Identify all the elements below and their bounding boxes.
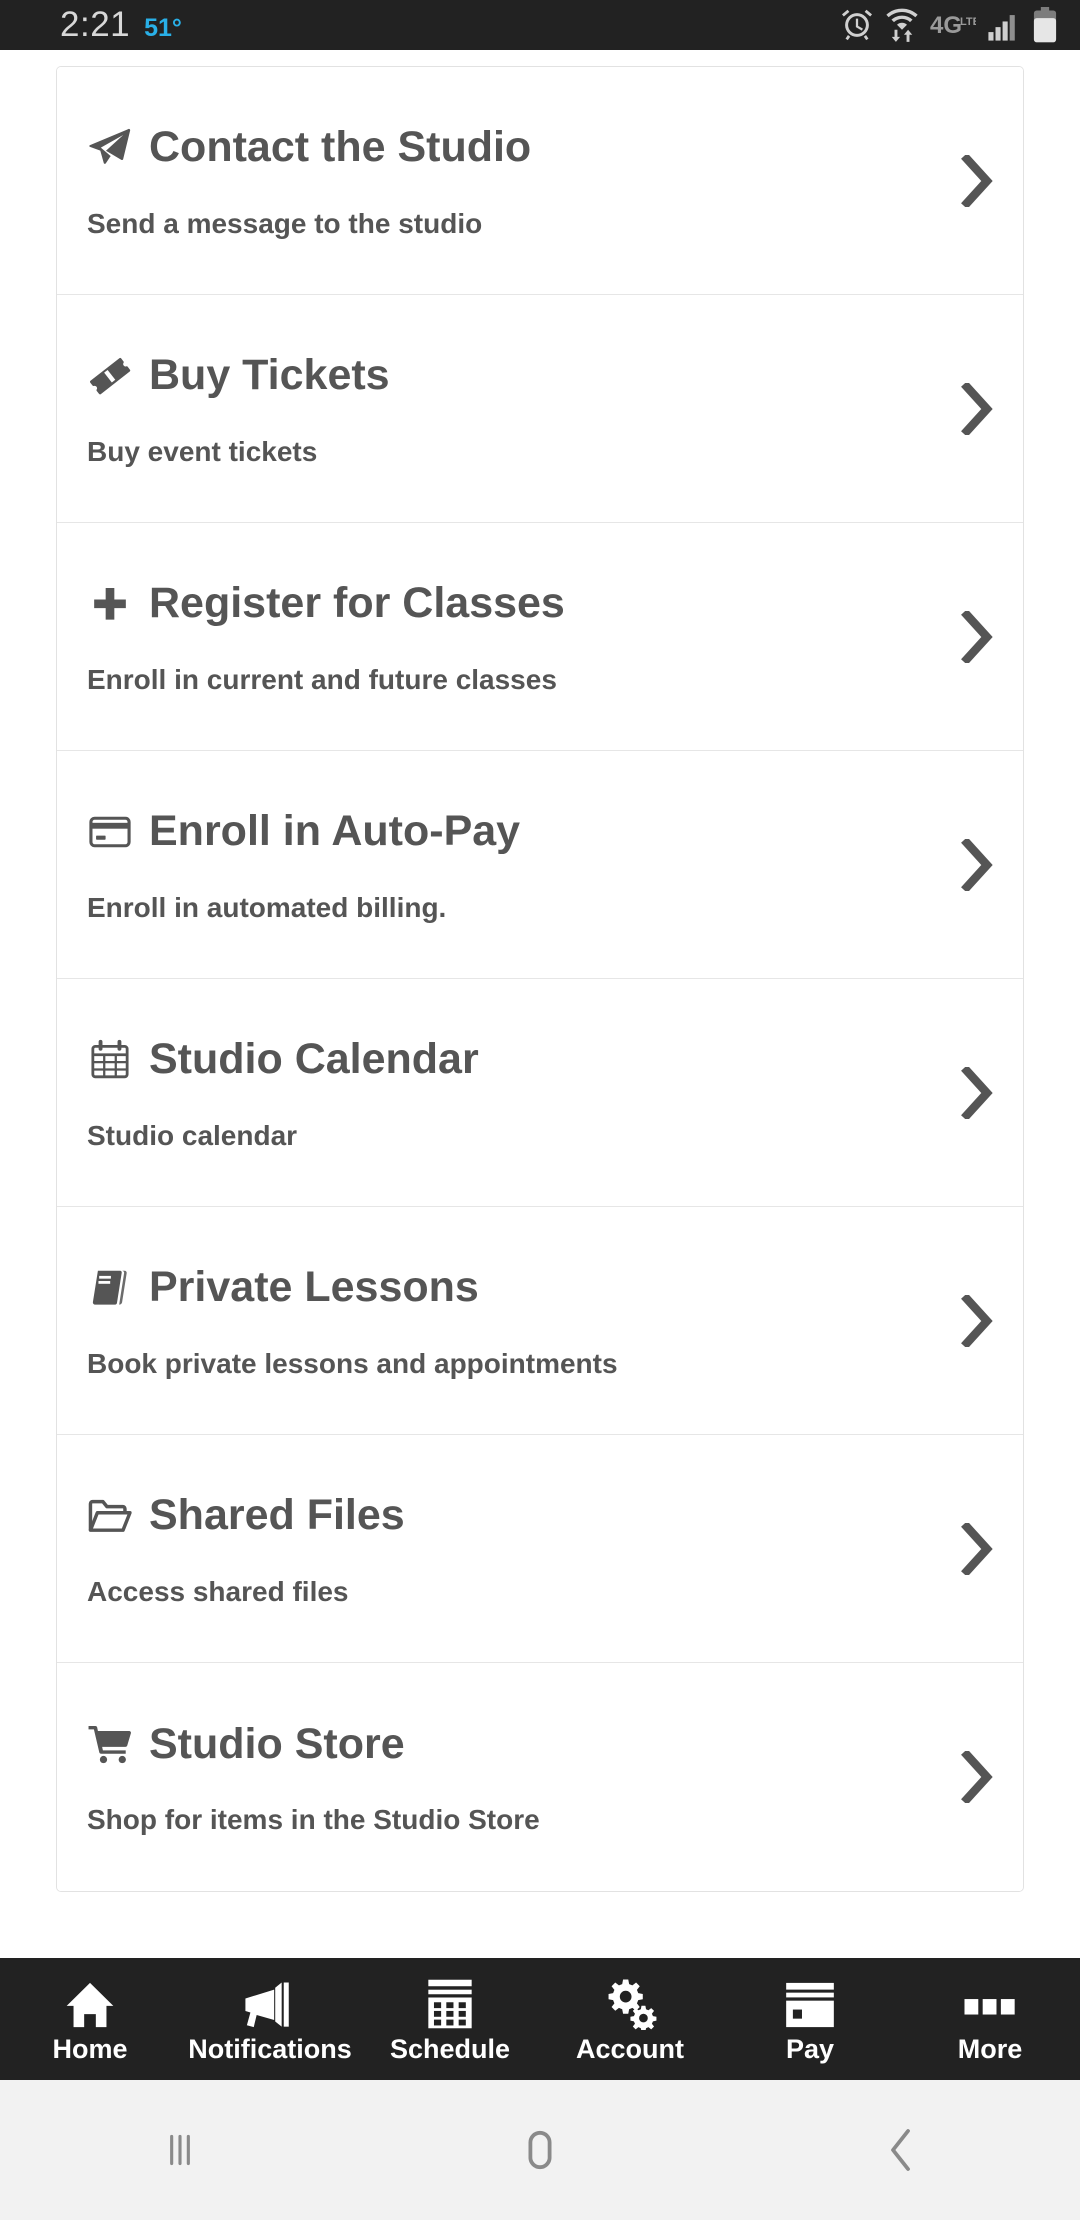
menu-item-buy-tickets[interactable]: Buy Tickets Buy event tickets <box>57 295 1023 523</box>
tab-label: Notifications <box>188 2033 352 2064</box>
menu-item-private-lessons[interactable]: Private Lessons Book private lessons and… <box>57 1207 1023 1435</box>
menu-item-subtitle: Book private lessons and appointments <box>87 1347 618 1379</box>
menu-item-studio-store[interactable]: Studio Store Shop for items in the Studi… <box>57 1663 1023 1891</box>
alarm-clock-icon <box>840 8 874 42</box>
menu-item-title: Enroll in Auto-Pay <box>149 807 521 856</box>
menu-item-subtitle: Access shared files <box>87 1575 349 1607</box>
more-dots-icon <box>962 1976 1018 2030</box>
recents-button[interactable] <box>0 2080 360 2220</box>
bottom-tab-bar: Home Notifications Schedule Account Pay … <box>0 1958 1080 2080</box>
status-bar-left: 2:21 51° <box>60 5 182 45</box>
tab-account[interactable]: Account <box>540 1958 720 2080</box>
menu-item-title-row: Buy Tickets <box>87 351 927 400</box>
chevron-right-icon[interactable] <box>957 1064 997 1122</box>
menu-item-title: Shared Files <box>149 1491 405 1540</box>
menu-item-subtitle: Shop for items in the Studio Store <box>87 1804 540 1836</box>
tab-label: Schedule <box>389 2033 511 2064</box>
paper-plane-icon <box>87 125 133 171</box>
menu-item-title-row: Enroll in Auto-Pay <box>87 807 927 856</box>
tab-label: More <box>957 2033 1023 2064</box>
chevron-right-icon[interactable] <box>957 380 997 438</box>
android-navigation-bar <box>0 2080 1080 2220</box>
menu-item-title: Private Lessons <box>149 1263 479 1312</box>
menu-item-title: Buy Tickets <box>149 351 390 400</box>
menu-item-register-for-classes[interactable]: Register for Classes Enroll in current a… <box>57 523 1023 751</box>
battery-icon <box>1032 7 1058 43</box>
status-bar-right: 4G LTE <box>840 7 1058 43</box>
back-button[interactable] <box>720 2080 1080 2220</box>
plus-icon <box>87 581 133 627</box>
menu-item-title-row: Shared Files <box>87 1491 927 1540</box>
menu-item-studio-calendar[interactable]: Studio Calendar Studio calendar <box>57 979 1023 1207</box>
back-chevron-icon <box>878 2124 922 2176</box>
home-icon <box>64 1976 116 2030</box>
menu-item-subtitle: Buy event tickets <box>87 435 318 467</box>
menu-item-title: Register for Classes <box>149 579 565 628</box>
recents-icon <box>155 2125 205 2175</box>
menu-item-shared-files[interactable]: Shared Files Access shared files <box>57 1435 1023 1663</box>
status-time: 2:21 <box>60 5 131 44</box>
calendar-icon <box>87 1037 133 1083</box>
menu-item-subtitle: Studio calendar <box>87 1119 298 1151</box>
gears-icon <box>603 1976 657 2030</box>
home-button[interactable] <box>360 2080 720 2220</box>
tab-label: Account <box>576 2033 684 2064</box>
menu-item-title-row: Studio Calendar <box>87 1035 927 1084</box>
schedule-grid-icon <box>426 1976 474 2030</box>
tab-schedule[interactable]: Schedule <box>360 1958 540 2080</box>
chevron-right-icon[interactable] <box>957 152 997 210</box>
credit-card-icon <box>87 809 133 855</box>
menu-item-subtitle: Enroll in current and future classes <box>87 663 557 695</box>
menu-item-title-row: Register for Classes <box>87 579 927 628</box>
ticket-icon <box>87 353 133 399</box>
menu-item-title-row: Private Lessons <box>87 1263 927 1312</box>
tab-more[interactable]: More <box>900 1958 1080 2080</box>
tab-pay[interactable]: Pay <box>720 1958 900 2080</box>
cellular-signal-icon <box>987 8 1021 42</box>
4g-lte-icon: 4G LTE <box>930 10 976 40</box>
menu-card: Contact the Studio Send a message to the… <box>56 66 1024 1892</box>
chevron-right-icon[interactable] <box>957 1292 997 1350</box>
megaphone-icon <box>242 1976 298 2030</box>
menu-item-contact-the-studio[interactable]: Contact the Studio Send a message to the… <box>57 67 1023 295</box>
shopping-cart-icon <box>87 1721 133 1767</box>
status-temperature: 51° <box>144 14 182 42</box>
chevron-right-icon[interactable] <box>957 608 997 666</box>
menu-list-area: Contact the Studio Send a message to the… <box>0 50 1080 1958</box>
svg-text:4G: 4G <box>930 12 962 39</box>
tab-label: Pay <box>785 2033 835 2064</box>
menu-item-title: Contact the Studio <box>149 123 532 172</box>
svg-text:LTE: LTE <box>960 16 976 28</box>
tab-label: Home <box>52 2033 128 2064</box>
menu-item-title: Studio Calendar <box>149 1035 479 1084</box>
book-icon <box>87 1265 133 1311</box>
menu-item-title-row: Studio Store <box>87 1721 927 1767</box>
tab-notifications[interactable]: Notifications <box>180 1958 360 2080</box>
wifi-data-transfer-icon <box>885 7 919 43</box>
chevron-right-icon[interactable] <box>957 1520 997 1578</box>
home-circle-icon <box>515 2124 565 2176</box>
menu-item-subtitle: Send a message to the studio <box>87 207 483 239</box>
chevron-right-icon[interactable] <box>957 1748 997 1806</box>
status-bar: 2:21 51° 4G LT <box>0 0 1080 50</box>
tab-home[interactable]: Home <box>0 1958 180 2080</box>
chevron-right-icon[interactable] <box>957 836 997 894</box>
open-folder-icon <box>87 1493 133 1539</box>
phone-screen: 2:21 51° 4G LT Contact the Studio Send a… <box>0 0 1080 2220</box>
menu-item-subtitle: Enroll in automated billing. <box>87 891 447 923</box>
menu-item-title-row: Contact the Studio <box>87 123 927 172</box>
menu-item-title: Studio Store <box>149 1719 405 1768</box>
payment-card-icon <box>784 1976 836 2030</box>
menu-item-enroll-in-auto-pay[interactable]: Enroll in Auto-Pay Enroll in automated b… <box>57 751 1023 979</box>
